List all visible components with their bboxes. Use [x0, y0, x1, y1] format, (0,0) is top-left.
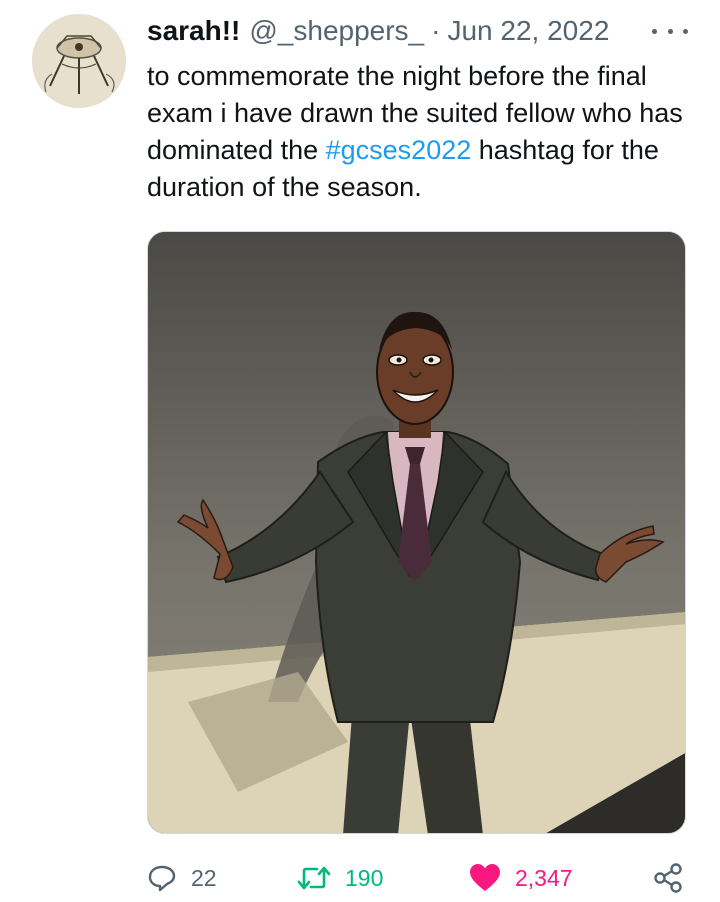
like-button[interactable]: 2,347: [469, 858, 573, 898]
tweet-text: to commemorate the night before the fina…: [147, 58, 692, 206]
more-dot: [683, 28, 688, 34]
reply-icon: [148, 865, 176, 892]
like-count: 2,347: [515, 864, 573, 891]
more-dot: [667, 28, 673, 34]
tweet-header: sarah!! @_sheppers_ · Jun 22, 2022: [147, 10, 692, 52]
user-handle[interactable]: @_sheppers_: [249, 10, 424, 52]
more-options-button[interactable]: [652, 18, 688, 44]
retweet-count: 190: [345, 864, 384, 891]
retweet-icon: [297, 866, 331, 890]
tweet-content: sarah!! @_sheppers_ · Jun 22, 2022 to co…: [147, 10, 692, 206]
retweet-button[interactable]: 190: [297, 858, 383, 898]
tweet-image[interactable]: [147, 231, 686, 834]
header-separator: ·: [431, 15, 441, 46]
display-name[interactable]: sarah!!: [147, 10, 240, 52]
reply-button[interactable]: 22: [147, 858, 217, 898]
tweet-actions: 22 190 2,347: [147, 858, 692, 898]
avatar-sketch-image: [32, 14, 126, 108]
tweet-card[interactable]: sarah!! @_sheppers_ · Jun 22, 2022 to co…: [0, 0, 720, 902]
tweet-date[interactable]: Jun 22, 2022: [447, 10, 609, 52]
share-icon: [654, 863, 682, 893]
suited-man-illustration: [148, 232, 685, 833]
reply-count: 22: [191, 864, 217, 891]
hashtag-link[interactable]: #gcses2022: [326, 135, 472, 165]
heart-icon: [470, 864, 500, 891]
more-horizontal-icon: [652, 28, 657, 34]
avatar[interactable]: [32, 14, 126, 108]
share-button[interactable]: [652, 858, 684, 898]
